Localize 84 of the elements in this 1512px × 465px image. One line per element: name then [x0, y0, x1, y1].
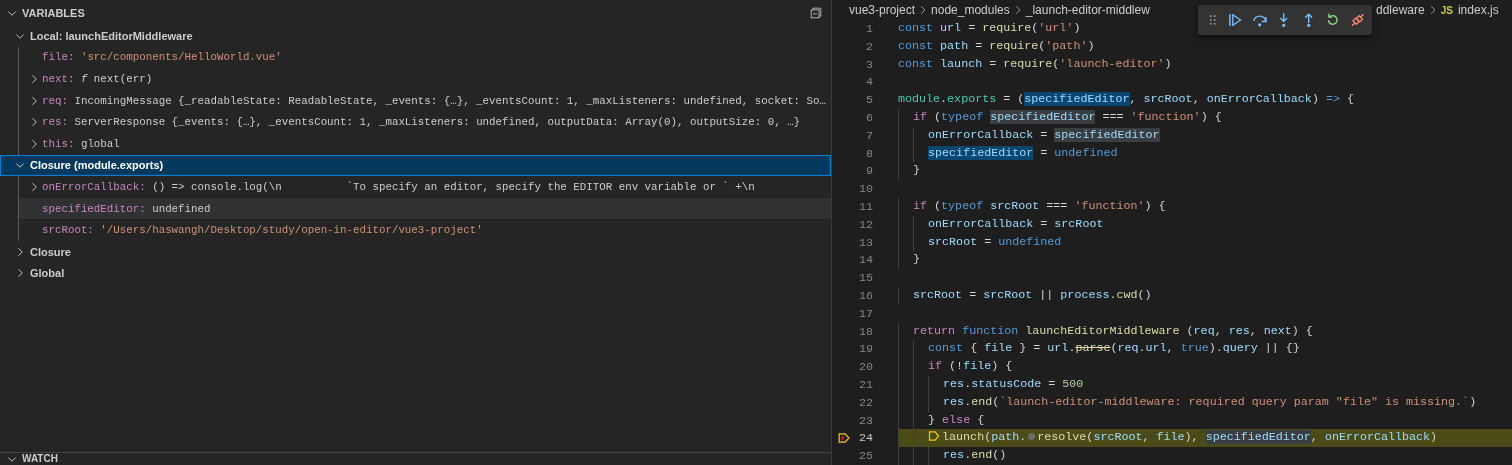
code-text: }	[913, 163, 921, 178]
code-text: }	[913, 252, 921, 267]
breakpoint-dot-icon[interactable]	[1028, 433, 1036, 441]
variable-value: '/Users/haswangh/Desktop/study/open-in-editor/vue3-project'	[100, 224, 483, 237]
hovered-row[interactable]: specifiedEditor: undefined	[19, 197, 831, 220]
continue-icon[interactable]	[1227, 12, 1243, 28]
line-number: 12	[857, 217, 873, 232]
variable-value: f next(err)	[80, 73, 153, 85]
code-text: launch(path.	[942, 430, 1027, 445]
line-number: 17	[857, 306, 873, 321]
line-number: 13	[857, 235, 873, 250]
line-number: 9	[865, 164, 873, 179]
line-number: 5	[865, 93, 873, 108]
variable-name[interactable]: next:	[42, 73, 75, 85]
line-number: 14	[857, 253, 873, 268]
code-text: if (typeof srcRoot === 'function') {	[913, 199, 1166, 214]
breakpoint-stopped-icon[interactable]	[838, 432, 850, 445]
breadcrumb-item[interactable]: _launch-editor-middlew	[1025, 3, 1150, 18]
line-number: 21	[857, 377, 873, 392]
variable-value: ServerResponse {_events: {…}, _eventsCount: 1, _maxListeners: undefined, outputData: Array(0), outputSize: 0, …}	[74, 116, 801, 129]
code-text: res.end(`launch-editor-middleware: required query param "file" is missing.`)	[943, 394, 1477, 409]
code-text: specifiedEditor = undefined	[928, 145, 1118, 160]
line-number: 23	[857, 413, 873, 428]
line-number: 16	[857, 288, 873, 303]
collapse-all-icon[interactable]	[809, 5, 823, 20]
step-over-icon[interactable]	[1251, 12, 1268, 28]
line-number: 4	[865, 75, 873, 90]
code-text: const { file } = url.parse(req.url, true).query || {}	[928, 341, 1300, 356]
code-text: res.end()	[943, 448, 1007, 463]
scope-label[interactable]: Closure	[30, 245, 71, 258]
code-text: resolve(srcRoot, file), specifiedEditor, onErrorCallback)	[1037, 430, 1438, 445]
variable-name[interactable]: onErrorCallback:	[42, 180, 146, 193]
line-number: 25	[857, 449, 873, 464]
variable-value: () => console.log(\n `To specify an editor, specify the EDITOR env variable or ` +\n	[152, 180, 755, 193]
variable-name[interactable]: file:	[42, 51, 75, 64]
panel-title: WATCH	[22, 453, 58, 465]
code-text: } else {	[928, 412, 985, 427]
line-number: 24	[857, 431, 873, 446]
code-text: onErrorCallback = srcRoot	[928, 216, 1104, 231]
variable-value: undefined	[152, 202, 211, 215]
variable-name[interactable]: srcRoot:	[42, 224, 94, 237]
code-text: res.statusCode = 500	[943, 377, 1084, 391]
line-number: 20	[857, 360, 873, 375]
variable-value: 'src/components/HelloWorld.vue'	[80, 51, 282, 64]
line-number: 22	[857, 395, 873, 410]
variable-value: global	[80, 137, 120, 150]
file-type-icon: JS	[1440, 4, 1453, 16]
breadcrumb-item[interactable]: ddleware	[1376, 3, 1425, 18]
code-text: const launch = require('launch-editor')	[898, 56, 1172, 71]
line-number: 19	[857, 342, 873, 357]
breadcrumb-item[interactable]: index.js	[1457, 3, 1499, 18]
code-text: srcRoot = srcRoot || process.cwd()	[913, 288, 1152, 303]
variable-name[interactable]: this:	[42, 137, 75, 150]
restart-icon[interactable]	[1325, 12, 1341, 28]
line-number: 2	[865, 39, 873, 54]
scope-label[interactable]: Global	[30, 267, 65, 280]
code-text: const url = require('url')	[898, 21, 1081, 36]
code-text: onErrorCallback = specifiedEditor	[928, 127, 1160, 142]
line-number: 1	[865, 21, 873, 36]
code-text: module.exports = (specifiedEditor, srcRoot, onErrorCallback) => {	[898, 92, 1354, 107]
line-number: 18	[857, 324, 873, 339]
selected-row[interactable]: Closure (module.exports)	[0, 154, 831, 177]
line-number: 10	[857, 182, 873, 197]
code-text: if (!file) {	[928, 359, 1013, 374]
code-text: return function launchEditorMiddleware (req, res, next) {	[913, 323, 1313, 338]
variable-name[interactable]: res:	[42, 116, 68, 129]
variable-name[interactable]: req:	[42, 94, 68, 107]
code-text: const path = require('path')	[898, 38, 1095, 53]
breadcrumb-item[interactable]: vue3-project	[849, 3, 916, 18]
line-number: 6	[865, 110, 873, 125]
panel-title: VARIABLES	[22, 6, 85, 19]
scope-label[interactable]: Closure (module.exports)	[30, 159, 164, 172]
variable-value: IncomingMessage {_readableState: ReadableState, _events: {…}, _eventsCount: 1, _maxListeners: undefined, socket: So…	[74, 94, 826, 107]
disconnect-icon[interactable]	[1349, 12, 1365, 28]
scope-label[interactable]: Local: launchEditorMiddleware	[30, 29, 193, 42]
line-number: 3	[865, 57, 873, 72]
variable-name[interactable]: specifiedEditor:	[42, 202, 146, 215]
code-text: srcRoot = undefined	[928, 234, 1062, 249]
line-number: 7	[865, 128, 873, 143]
code-text: if (typeof specifiedEditor === 'function') {	[913, 110, 1222, 125]
line-number: 8	[865, 146, 873, 161]
breadcrumb-item[interactable]: node_modules	[931, 3, 1010, 18]
line-number: 11	[857, 199, 873, 214]
line-number: 15	[857, 271, 873, 286]
